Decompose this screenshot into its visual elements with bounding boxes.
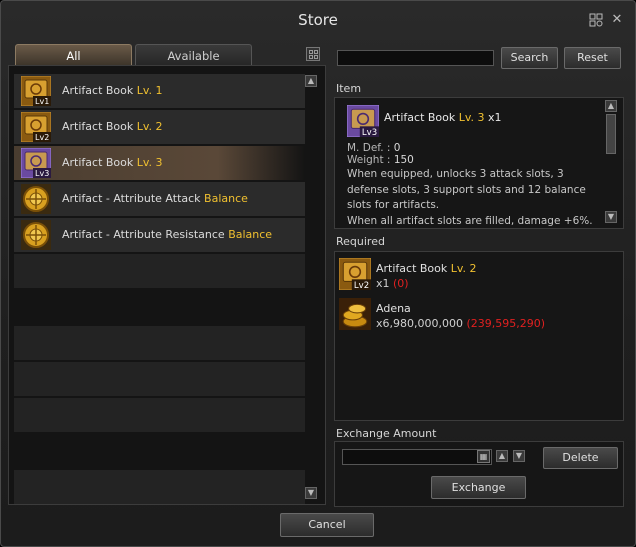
exchange-button[interactable]: Exchange [431,476,526,499]
item-level: Lv. 3 [458,111,485,124]
list-item-name: Artifact - Attribute Attack [62,192,201,205]
list-item-artifact-resistance[interactable]: Artifact - Attribute Resistance Balance [14,218,305,252]
item-title: Artifact Book Lv. 3 x1 [384,111,502,124]
list-item-artifact-book-lv3[interactable]: Lv3 Artifact Book Lv. 3 [14,146,305,180]
list-scroll-down-button[interactable]: ▼ [305,487,317,499]
adena-name: Adena [376,302,411,315]
svg-text:Lv3: Lv3 [362,128,377,137]
svg-text:Lv2: Lv2 [35,133,49,142]
list-item-name: Artifact Book [62,156,134,169]
adena-icon [339,298,371,330]
store-window: Store ✕ All Available Lv1 Artifact Book … [0,0,636,547]
item-scroll-down-button[interactable]: ▼ [605,211,617,223]
required-item-qty: x1 (0) [376,277,409,290]
list-item-attribute: Balance [228,228,273,241]
item-description: When equipped, unlocks 3 attack slots, 3… [347,168,593,226]
artifact-book-lv3-icon: Lv3 [346,104,380,138]
weight-stat: Weight : 150 [347,154,414,166]
list-item-attribute: Balance [204,192,248,205]
list-item-artifact-book-lv2[interactable]: Lv2 Artifact Book Lv. 2 [14,110,305,144]
window-title: Store [298,11,338,29]
list-item-name: Artifact - Attribute Resistance [62,228,225,241]
empty-row [14,254,305,288]
list-item-name: Artifact Book [62,120,134,133]
reset-button[interactable]: Reset [564,47,621,69]
list-item-level: Lv. 1 [136,84,163,97]
required-item-name: Artifact Book Lv. 2 [376,262,477,275]
item-scrollbar-thumb[interactable] [606,114,616,154]
search-input[interactable] [337,50,494,66]
title-bar[interactable]: Store ✕ [1,1,635,39]
list-item-name: Artifact Book [62,84,134,97]
close-icon[interactable]: ✕ [610,13,624,27]
tab-available[interactable]: Available [135,44,252,66]
empty-row [14,470,305,504]
grid-view-button[interactable] [306,47,320,61]
adena-qty: x6,980,000,000 (239,595,290) [376,317,546,330]
item-section-label: Item [336,82,362,95]
amount-decrease-button[interactable]: ▼ [513,450,525,462]
amount-increase-button[interactable]: ▲ [496,450,508,462]
artifact-book-lv3-icon: Lv3 [20,147,52,179]
list-item-artifact-attack[interactable]: Artifact - Attribute Attack Balance [14,182,305,216]
list-scroll-up-button[interactable]: ▲ [305,75,317,87]
empty-row [14,398,305,432]
item-qty: x1 [488,111,502,124]
artifact-book-lv2-icon: Lv2 [20,111,52,143]
artifact-attack-icon [21,184,51,214]
exchange-amount-label: Exchange Amount [336,427,437,440]
delete-button[interactable]: Delete [543,447,618,469]
cancel-button[interactable]: Cancel [280,513,374,537]
list-item-artifact-book-lv1[interactable]: Lv1 Artifact Book Lv. 1 [14,74,305,108]
svg-text:Lv2: Lv2 [354,281,369,290]
artifact-book-lv2-icon: Lv2 [338,257,372,291]
search-button[interactable]: Search [501,47,558,69]
list-item-level: Lv. 3 [136,156,163,169]
svg-text:Lv3: Lv3 [35,169,49,178]
list-item-level: Lv. 2 [136,120,163,133]
artifact-book-lv1-icon: Lv1 [20,75,52,107]
settings-icon[interactable] [589,13,603,27]
item-scroll-up-button[interactable]: ▲ [605,100,617,112]
calculator-icon[interactable]: ▦ [477,450,490,463]
required-section-label: Required [336,235,385,248]
empty-row [14,362,305,396]
empty-row [14,326,305,360]
tab-all[interactable]: All [15,44,132,66]
mdef-stat: M. Def. : 0 [347,142,401,154]
item-list: Lv1 Artifact Book Lv. 1 Lv2 Artifact Boo… [8,65,326,505]
exchange-amount-input[interactable] [342,449,492,465]
item-name: Artifact Book [384,111,456,124]
svg-text:Lv1: Lv1 [35,97,49,106]
artifact-resistance-icon [21,220,51,250]
